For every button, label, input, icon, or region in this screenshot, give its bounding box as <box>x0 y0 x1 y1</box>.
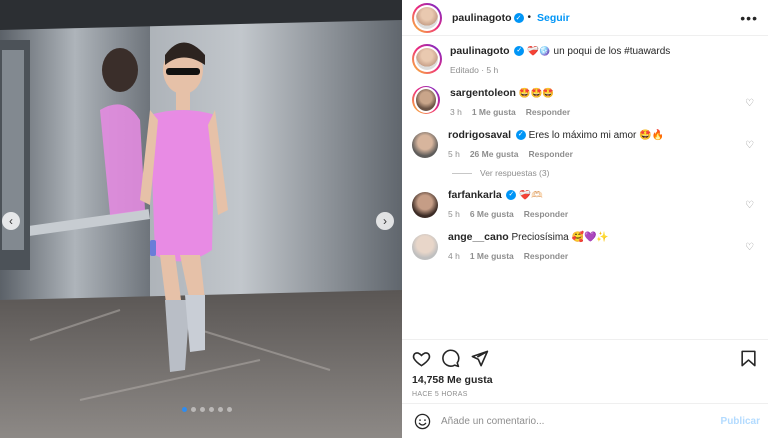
author-username[interactable]: paulinagoto <box>452 12 512 24</box>
comment-username[interactable]: ange__cano <box>448 231 509 243</box>
comment-time: 5 h <box>448 149 460 159</box>
comment-avatar[interactable] <box>412 234 438 260</box>
comment-bubble-icon[interactable] <box>441 349 460 368</box>
caption-text: un poqui de los #tuawards <box>553 46 671 57</box>
like-heart-icon[interactable] <box>412 349 431 368</box>
caption-meta: Editado · 5 h <box>450 65 499 75</box>
comment-avatar[interactable] <box>412 132 438 158</box>
reply-button[interactable]: Responder <box>524 207 568 221</box>
post-photo <box>0 0 402 438</box>
chevron-left-icon: ‹ <box>9 214 13 228</box>
verified-badge-icon: ✓ <box>515 130 526 141</box>
carousel-dot <box>227 407 232 412</box>
view-replies-button[interactable]: Ver respuestas (3) <box>452 168 758 178</box>
carousel-dot <box>200 407 205 412</box>
comment-avatar[interactable] <box>412 192 438 218</box>
caption-avatar[interactable] <box>412 44 442 74</box>
comment-row: sargentoleon 🤩🤩🤩 3 h1 Me gusta Responder … <box>412 86 758 119</box>
carousel-indicator <box>182 407 232 412</box>
comment-text: Eres lo máximo mi amor 🤩🔥 <box>528 130 665 141</box>
share-paper-plane-icon[interactable] <box>470 349 489 368</box>
reply-button[interactable]: Responder <box>528 147 572 161</box>
previous-image-button[interactable]: ‹ <box>2 212 20 230</box>
carousel-dot <box>218 407 223 412</box>
comment-time: 3 h <box>450 107 462 117</box>
verified-badge-icon: ✓ <box>514 46 525 57</box>
caption-username[interactable]: paulinagoto <box>450 45 510 57</box>
carousel-dot <box>209 407 214 412</box>
carousel-dot <box>182 407 187 412</box>
more-options-icon[interactable]: ••• <box>740 10 758 26</box>
comment-likes[interactable]: 1 Me gusta <box>472 105 516 119</box>
comment-input[interactable] <box>441 415 721 427</box>
comment-username[interactable]: rodrigosaval <box>448 129 511 141</box>
chevron-right-icon: › <box>383 214 387 228</box>
follow-button[interactable]: Seguir <box>537 12 570 24</box>
publish-button[interactable]: Publicar <box>721 416 760 427</box>
post-actions: 14,758 Me gusta HACE 5 HORAS <box>402 340 768 404</box>
post-side-panel: paulinagoto ✓ • Seguir ••• paulinagoto ✓… <box>402 0 768 438</box>
verified-badge-icon: ✓ <box>506 190 517 201</box>
comment-time: 5 h <box>448 209 460 219</box>
comment-likes[interactable]: 1 Me gusta <box>470 249 514 263</box>
comment-row: farfankarla ✓ ❤️‍🩹🫶🏻 5 h 6 Me gusta Respon… <box>412 188 758 221</box>
reply-button[interactable]: Responder <box>524 249 568 263</box>
comment-time: 4 h <box>448 251 460 261</box>
post-header: paulinagoto ✓ • Seguir ••• <box>402 0 768 36</box>
comment-likes[interactable]: 6 Me gusta <box>470 207 514 221</box>
comment-avatar[interactable] <box>412 86 440 114</box>
emoji-picker-icon[interactable] <box>414 413 431 430</box>
caption-emoji: ❤️‍🩹🪩 <box>527 46 551 57</box>
save-bookmark-icon[interactable] <box>739 349 758 368</box>
post-modal: ‹ › paulinagoto ✓ • Seguir ••• paulinago… <box>0 0 768 438</box>
like-comment-heart-icon[interactable]: ♡ <box>745 98 754 109</box>
comment-row: ange__cano Preciosísima 🥰💜✨ 4 h 1 Me gust… <box>412 230 758 263</box>
comment-likes[interactable]: 26 Me gusta <box>470 147 519 161</box>
comment-username[interactable]: sargentoleon <box>450 87 516 99</box>
post-timestamp: HACE 5 HORAS <box>412 391 468 398</box>
caption: paulinagoto ✓ ❤️‍🩹🪩 un poqui de los #tua… <box>412 44 758 77</box>
comment-composer: Publicar <box>402 404 768 438</box>
comments-list[interactable]: paulinagoto ✓ ❤️‍🩹🪩 un poqui de los #tua… <box>402 36 768 340</box>
reply-button[interactable]: Responder <box>526 105 570 119</box>
comment-row: rodrigosaval ✓ Eres lo máximo mi amor 🤩🔥… <box>412 128 758 161</box>
like-comment-heart-icon[interactable]: ♡ <box>745 140 754 151</box>
comment-username[interactable]: farfankarla <box>448 189 502 201</box>
carousel-dot <box>191 407 196 412</box>
like-comment-heart-icon[interactable]: ♡ <box>745 200 754 211</box>
comment-text: Preciosísima 🥰💜✨ <box>511 232 609 243</box>
post-media[interactable]: ‹ › <box>0 0 402 438</box>
next-image-button[interactable]: › <box>376 212 394 230</box>
like-count[interactable]: 14,758 Me gusta <box>412 374 758 386</box>
comment-text: ❤️‍🩹🫶🏻 <box>519 190 543 201</box>
separator-dot: • <box>527 12 532 23</box>
verified-badge-icon: ✓ <box>513 12 524 23</box>
author-avatar[interactable] <box>412 2 442 33</box>
like-comment-heart-icon[interactable]: ♡ <box>745 242 754 253</box>
comment-text: 🤩🤩🤩 <box>518 88 555 99</box>
